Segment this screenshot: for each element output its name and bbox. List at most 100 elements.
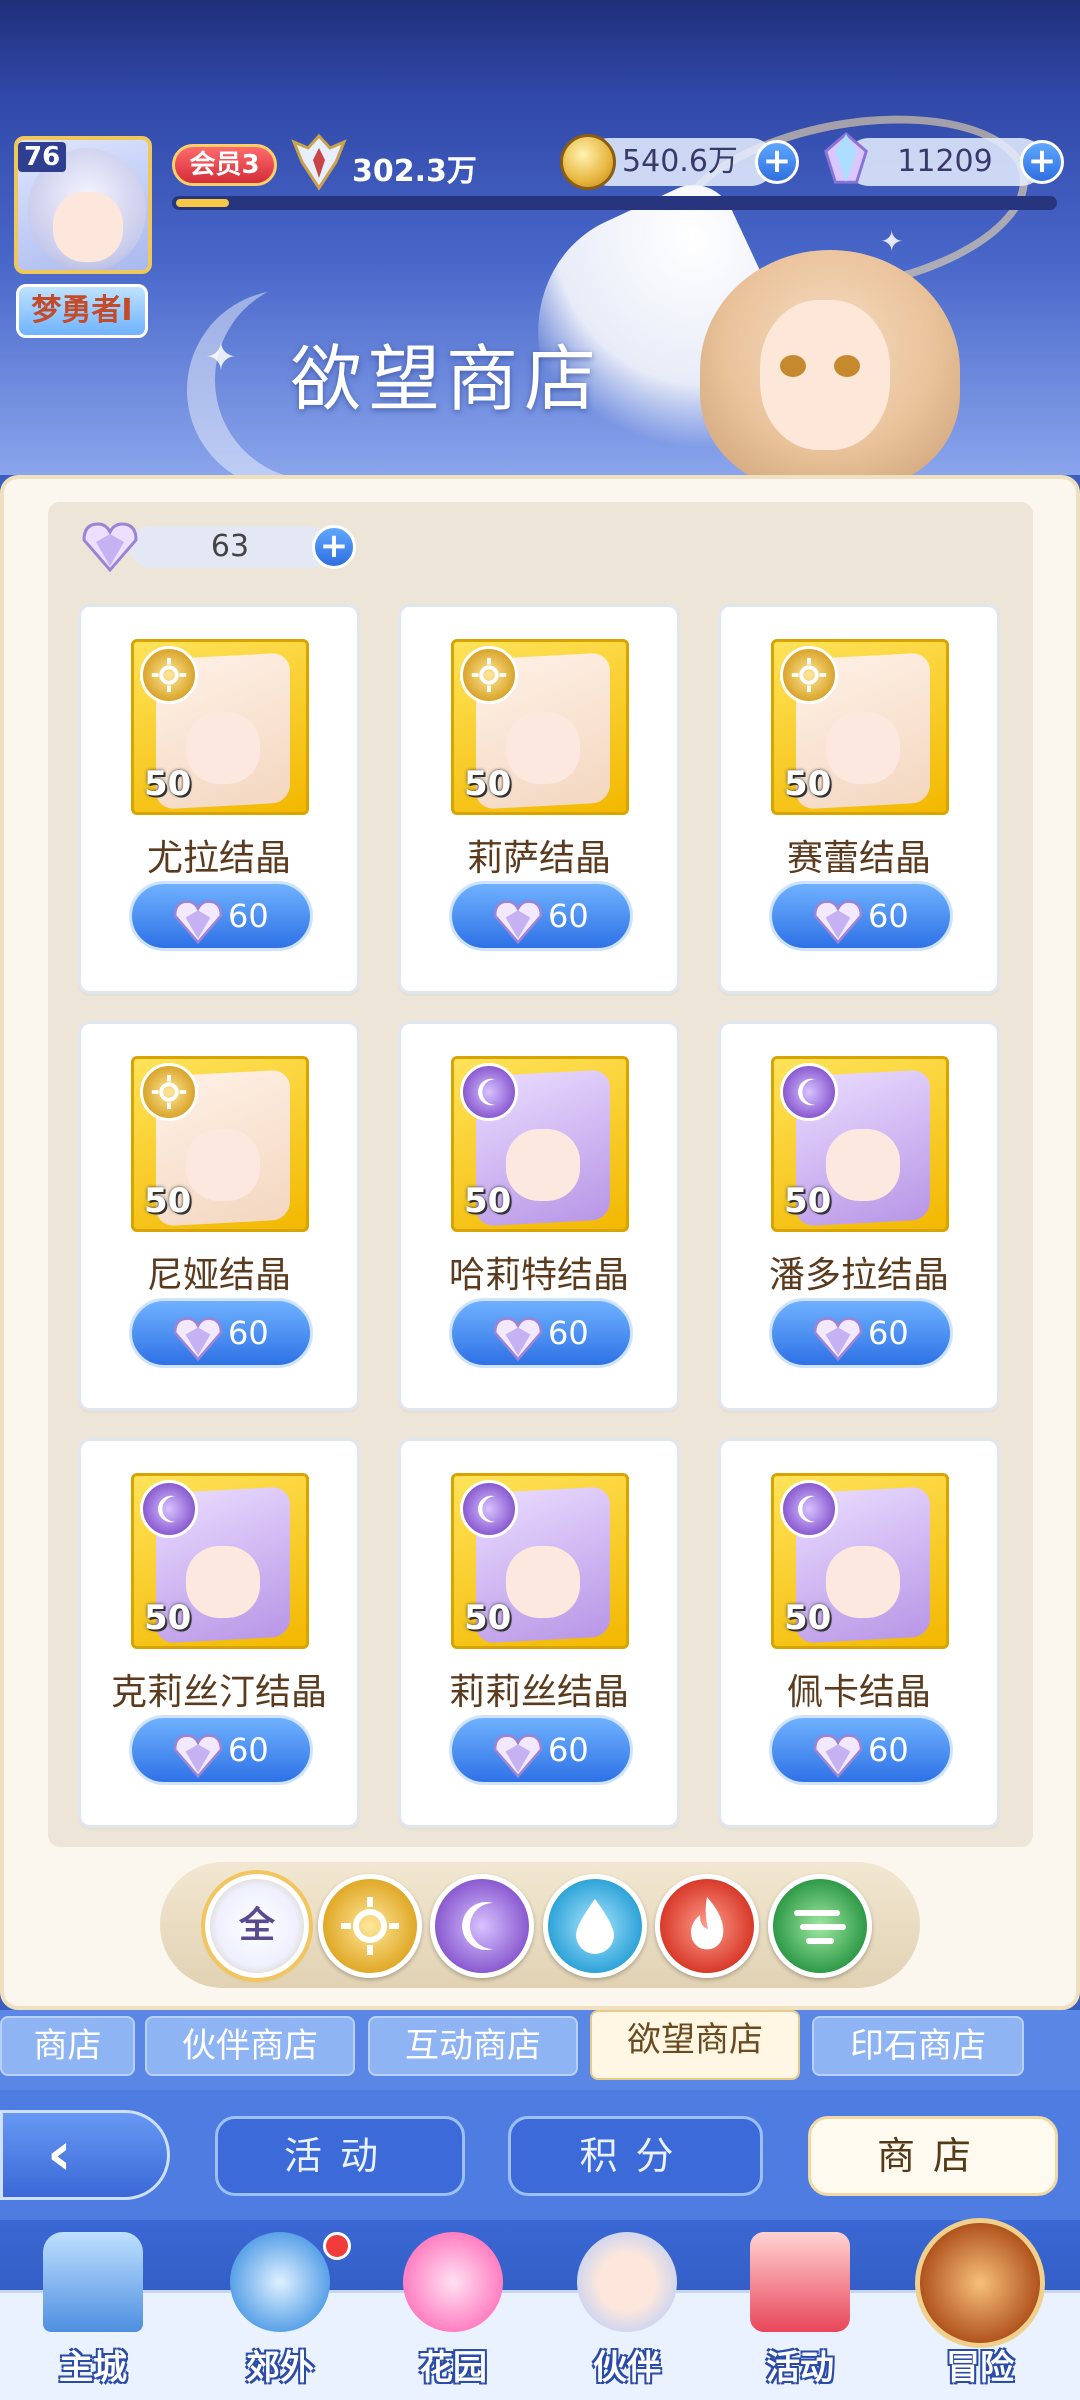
- item-quantity: 50: [464, 764, 512, 804]
- add-desire-currency-button[interactable]: +: [312, 525, 356, 569]
- shop-item-card[interactable]: 50 尤拉结晶 60: [78, 604, 360, 994]
- shop-item-card[interactable]: 50 莉萨结晶 60: [398, 604, 680, 994]
- nav-label: 花园: [419, 2348, 487, 2388]
- desire-gem-icon: [170, 1732, 226, 1778]
- buy-button[interactable]: 60: [769, 881, 953, 951]
- item-name: 莉莉丝结晶: [448, 1672, 629, 1713]
- nav-outskirts[interactable]: 郊外: [195, 2232, 365, 2400]
- buy-button[interactable]: 60: [449, 881, 633, 951]
- nav-partners[interactable]: 伙伴: [542, 2232, 712, 2400]
- nav-garden[interactable]: 花园: [368, 2232, 538, 2400]
- item-name: 赛蕾结晶: [786, 838, 931, 879]
- shop-item-card[interactable]: 50 尼娅结晶 60: [78, 1021, 360, 1411]
- item-quantity: 50: [464, 1598, 512, 1638]
- shop-item-card[interactable]: 50 赛蕾结晶 60: [718, 604, 1000, 994]
- light-icon: [140, 646, 198, 704]
- tab-partner-shop[interactable]: 伙伴商店: [145, 2016, 355, 2076]
- points-button[interactable]: 积分: [508, 2116, 763, 2196]
- fire-icon[interactable]: [655, 1874, 759, 1978]
- item-thumbnail: 50: [771, 639, 949, 815]
- item-thumbnail: 50: [131, 1473, 309, 1649]
- shop-item-card[interactable]: 50 莉莉丝结晶 60: [398, 1438, 680, 1828]
- item-name: 佩卡结晶: [786, 1672, 931, 1713]
- buy-button[interactable]: 60: [129, 1715, 313, 1785]
- nav-label: 伙伴: [593, 2348, 661, 2388]
- filter-all-button[interactable]: 全: [201, 1870, 313, 1982]
- tab-interaction-shop[interactable]: 互动商店: [368, 2016, 578, 2076]
- buy-button[interactable]: 60: [129, 881, 313, 951]
- castle-icon: [43, 2232, 143, 2332]
- add-gold-button[interactable]: +: [755, 140, 799, 184]
- gold-coin-icon: [560, 134, 616, 190]
- buy-button[interactable]: 60: [769, 1715, 953, 1785]
- nav-main-city[interactable]: 主城: [8, 2232, 178, 2400]
- desire-gem-icon: [80, 520, 140, 572]
- character-face: [506, 1129, 580, 1201]
- item-quantity: 50: [144, 1598, 192, 1638]
- shop-item-card[interactable]: 50 克莉丝汀结晶 60: [78, 1438, 360, 1828]
- item-price: 60: [228, 897, 269, 935]
- buy-button[interactable]: 60: [129, 1298, 313, 1368]
- vip-badge[interactable]: 会员3: [172, 144, 277, 186]
- crystal-amount: 11209: [845, 138, 1045, 186]
- buy-button[interactable]: 60: [449, 1298, 633, 1368]
- nav-label: 郊外: [246, 2348, 314, 2388]
- item-price: 60: [868, 897, 909, 935]
- avatar-face: [53, 192, 123, 262]
- light-icon: [460, 646, 518, 704]
- desire-currency-amount: 63: [130, 526, 330, 568]
- character-face: [826, 1546, 900, 1618]
- buy-button[interactable]: 60: [769, 1298, 953, 1368]
- nav-label: 活动: [766, 2348, 834, 2388]
- activity-button[interactable]: 活动: [215, 2116, 465, 2196]
- water-icon[interactable]: [543, 1874, 647, 1978]
- portal-icon: [230, 2232, 330, 2332]
- star-decoration: ✦: [205, 335, 237, 379]
- heart-icon: [403, 2232, 503, 2332]
- item-quantity: 50: [144, 1181, 192, 1221]
- buy-button[interactable]: 60: [449, 1715, 633, 1785]
- crystal-icon: [824, 131, 868, 184]
- item-price: 60: [548, 1731, 589, 1769]
- item-thumbnail: 50: [131, 639, 309, 815]
- power-value: 302.3万: [352, 154, 477, 189]
- tab-desire-shop[interactable]: 欲望商店: [590, 2010, 800, 2080]
- partner-avatar-icon: [577, 2232, 677, 2332]
- back-button[interactable]: ‹: [0, 2110, 170, 2200]
- character-face: [186, 1546, 260, 1618]
- page-title: 欲望商店: [290, 337, 603, 421]
- tab-seal-shop[interactable]: 印石商店: [812, 2016, 1024, 2076]
- desire-gem-icon: [170, 1315, 226, 1361]
- moon-icon[interactable]: [430, 1874, 534, 1978]
- item-quantity: 50: [784, 1598, 832, 1638]
- item-price: 60: [868, 1314, 909, 1352]
- tab-shop[interactable]: 商店: [0, 2016, 135, 2076]
- character-face: [186, 712, 260, 784]
- shop-item-card[interactable]: 50 哈莉特结晶 60: [398, 1021, 680, 1411]
- nav-activities[interactable]: 活动: [715, 2232, 885, 2400]
- add-crystal-button[interactable]: +: [1020, 140, 1064, 184]
- desire-gem-icon: [170, 898, 226, 944]
- player-name[interactable]: 梦勇者I: [16, 284, 148, 338]
- item-price: 60: [548, 1314, 589, 1352]
- moon-icon: [460, 1063, 518, 1121]
- moon-icon: [780, 1480, 838, 1538]
- light-icon: [140, 1063, 198, 1121]
- notification-dot: [323, 2232, 351, 2260]
- shop-button[interactable]: 商店: [808, 2116, 1058, 2196]
- shop-banner: ✦ ✦ 欲望商店: [0, 0, 1080, 475]
- back-arrow-icon: ‹: [47, 2119, 72, 2189]
- wind-icon[interactable]: [768, 1874, 872, 1978]
- banner-character-face: [760, 300, 890, 450]
- desire-gem-icon: [810, 1315, 866, 1361]
- nav-adventure[interactable]: 冒险: [895, 2218, 1065, 2400]
- item-thumbnail: 50: [451, 1056, 629, 1232]
- item-price: 60: [228, 1314, 269, 1352]
- item-thumbnail: 50: [451, 1473, 629, 1649]
- item-price: 60: [868, 1731, 909, 1769]
- shop-item-card[interactable]: 50 佩卡结晶 60: [718, 1438, 1000, 1828]
- shop-item-card[interactable]: 50 潘多拉结晶 60: [718, 1021, 1000, 1411]
- item-thumbnail: 50: [451, 639, 629, 815]
- light-icon[interactable]: [318, 1874, 422, 1978]
- desire-gem-icon: [490, 1732, 546, 1778]
